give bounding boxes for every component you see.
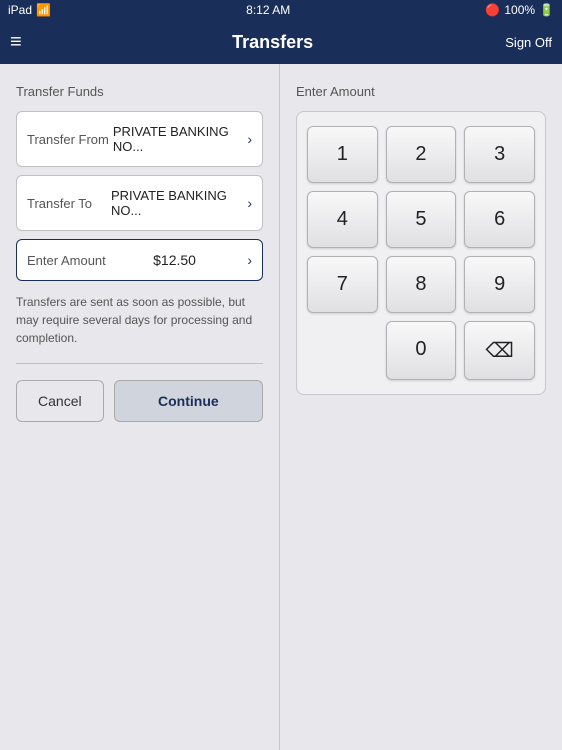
numpad-8-button[interactable]: 8 bbox=[386, 256, 457, 313]
numpad-empty bbox=[307, 321, 378, 380]
menu-icon[interactable]: ≡ bbox=[10, 31, 40, 54]
divider bbox=[16, 363, 263, 364]
numpad-backspace-button[interactable]: ⌫ bbox=[464, 321, 535, 380]
left-panel: Transfer Funds Transfer From PRIVATE BAN… bbox=[0, 64, 280, 750]
numpad: 123 456 7890⌫ bbox=[296, 111, 546, 395]
numpad-5-button[interactable]: 5 bbox=[386, 191, 457, 248]
numpad-3-button[interactable]: 3 bbox=[464, 126, 535, 183]
numpad-9-button[interactable]: 9 bbox=[464, 256, 535, 313]
bluetooth-icon: 🔴 bbox=[485, 3, 500, 17]
enter-amount-section-label: Enter Amount bbox=[296, 84, 546, 99]
enter-amount-row[interactable]: Enter Amount $12.50 › bbox=[16, 239, 263, 281]
battery-icon: 🔋 bbox=[539, 3, 554, 17]
cancel-button[interactable]: Cancel bbox=[16, 380, 104, 422]
numpad-1-button[interactable]: 1 bbox=[307, 126, 378, 183]
transfer-to-chevron-icon: › bbox=[247, 195, 252, 211]
transfer-to-value: PRIVATE BANKING NO... bbox=[107, 188, 243, 218]
numpad-7-button[interactable]: 7 bbox=[307, 256, 378, 313]
status-time: 8:12 AM bbox=[246, 3, 290, 17]
transfer-funds-label: Transfer Funds bbox=[16, 84, 263, 99]
right-panel: Enter Amount 123 456 7890⌫ bbox=[280, 64, 562, 750]
sign-off-button[interactable]: Sign Off bbox=[505, 35, 552, 50]
numpad-6-button[interactable]: 6 bbox=[464, 191, 535, 248]
status-left: iPad 📶 bbox=[8, 3, 51, 17]
carrier-label: iPad bbox=[8, 3, 32, 17]
continue-button[interactable]: Continue bbox=[114, 380, 263, 422]
enter-amount-chevron-icon: › bbox=[247, 252, 252, 268]
numpad-0-button[interactable]: 0 bbox=[386, 321, 457, 380]
enter-amount-value: $12.50 bbox=[153, 252, 196, 268]
enter-amount-label: Enter Amount bbox=[27, 253, 106, 268]
status-right: 🔴 100% 🔋 bbox=[485, 3, 554, 17]
wifi-icon: 📶 bbox=[36, 3, 51, 17]
main-content: Transfer Funds Transfer From PRIVATE BAN… bbox=[0, 64, 562, 750]
page-title: Transfers bbox=[40, 32, 505, 53]
status-bar: iPad 📶 8:12 AM 🔴 100% 🔋 bbox=[0, 0, 562, 20]
transfer-from-value: PRIVATE BANKING NO... bbox=[109, 124, 243, 154]
transfer-to-label: Transfer To bbox=[27, 196, 107, 211]
action-buttons: Cancel Continue bbox=[16, 380, 263, 422]
transfer-from-row[interactable]: Transfer From PRIVATE BANKING NO... › bbox=[16, 111, 263, 167]
transfer-to-row[interactable]: Transfer To PRIVATE BANKING NO... › bbox=[16, 175, 263, 231]
numpad-2-button[interactable]: 2 bbox=[386, 126, 457, 183]
transfer-info-text: Transfers are sent as soon as possible, … bbox=[16, 293, 263, 347]
numpad-4-button[interactable]: 4 bbox=[307, 191, 378, 248]
transfer-from-chevron-icon: › bbox=[247, 131, 252, 147]
nav-bar: ≡ Transfers Sign Off bbox=[0, 20, 562, 64]
battery-label: 100% bbox=[504, 3, 535, 17]
transfer-from-label: Transfer From bbox=[27, 132, 109, 147]
